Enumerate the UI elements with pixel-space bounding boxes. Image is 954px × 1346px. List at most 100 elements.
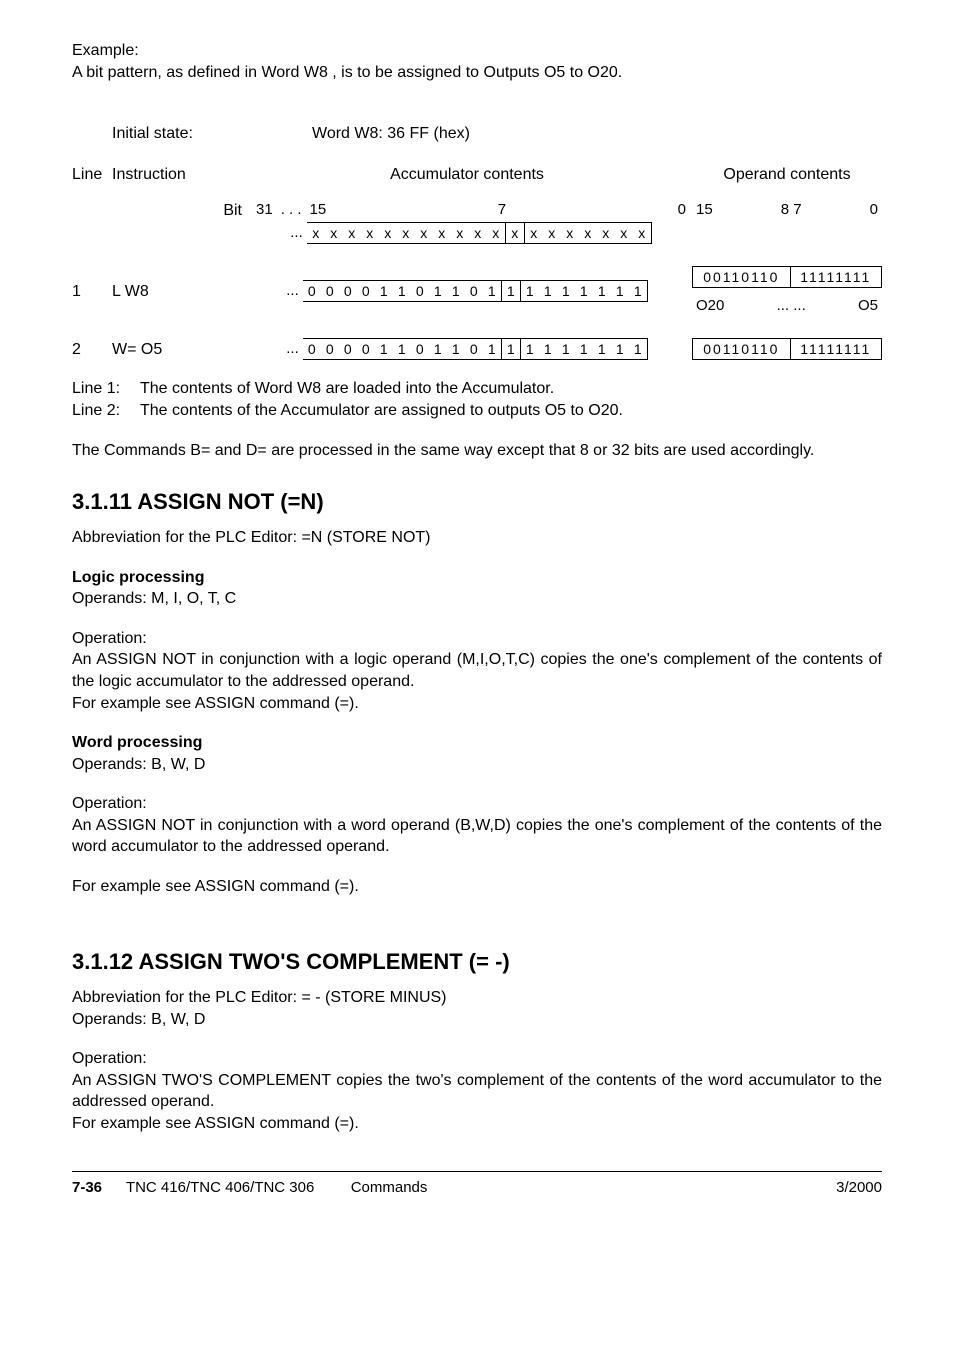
- row-instruction: W= O5: [112, 339, 242, 361]
- operand-low-byte: 11111111: [790, 267, 881, 288]
- accum-bit: 1: [483, 339, 502, 360]
- accum-bit: 1: [483, 281, 502, 302]
- mask-bit: x: [361, 223, 379, 244]
- accum-bit: 1: [539, 339, 557, 360]
- row-instruction: L W8: [112, 281, 242, 303]
- mask-bit: x: [325, 223, 343, 244]
- mask-bit: x: [633, 223, 652, 244]
- sec12-op-label: Operation:: [72, 1048, 882, 1070]
- mask-bit: x: [579, 223, 597, 244]
- accum-bit: 1: [393, 281, 411, 302]
- sec11-word-op-label: Operation:: [72, 793, 882, 815]
- sec11-logic-op-label: Operation:: [72, 628, 882, 650]
- accum-bit: 1: [501, 339, 520, 360]
- accum-mask-box: xxxxxxxxxxxxxxxxxxx: [307, 222, 652, 244]
- sec11-abbrev: Abbreviation for the PLC Editor: =N (STO…: [72, 527, 882, 549]
- mask-bit: x: [451, 223, 469, 244]
- hdr-line: Line: [72, 166, 102, 183]
- operand-high-byte: 00110110: [693, 339, 791, 360]
- accum-bit: 1: [501, 281, 520, 302]
- mask-bit: x: [307, 223, 325, 244]
- commands-note: The Commands B= and D= are processed in …: [72, 440, 882, 462]
- accum-bit: 0: [339, 281, 357, 302]
- example-label: Example:: [72, 40, 882, 62]
- mask-bit: x: [469, 223, 487, 244]
- accum-mask-prefix: ...: [290, 223, 307, 243]
- accum-bit: 1: [557, 339, 575, 360]
- accum-bit: 0: [339, 339, 357, 360]
- accum-bit: 1: [575, 281, 593, 302]
- sec11-word-hdr: Word processing: [72, 732, 882, 754]
- sec11-word-example: For example see ASSIGN command (=).: [72, 876, 882, 898]
- mask-bit: x: [597, 223, 615, 244]
- initial-state-label: Initial state:: [112, 125, 193, 142]
- accum-prefix: ...: [286, 281, 303, 301]
- sec11-logic-operands: Operands: M, I, O, T, C: [72, 588, 882, 610]
- hdr-instruction: Instruction: [112, 166, 186, 183]
- mask-bit: x: [543, 223, 561, 244]
- sec11-word-op-text: An ASSIGN NOT in conjunction with a word…: [72, 815, 882, 858]
- operand-high-byte: 00110110: [693, 267, 791, 288]
- page-footer: 7-36 TNC 416/TNC 406/TNC 306 Commands 3/…: [72, 1171, 882, 1198]
- mask-bit: x: [433, 223, 451, 244]
- sec12-example: For example see ASSIGN command (=).: [72, 1113, 882, 1135]
- output-low: O5: [858, 296, 878, 316]
- sec11-logic-example: For example see ASSIGN command (=).: [72, 693, 882, 715]
- accum-bit: 1: [393, 339, 411, 360]
- accum-bit: 0: [465, 281, 483, 302]
- accum-bit: 1: [429, 281, 447, 302]
- oper-bit-0: 0: [870, 200, 878, 220]
- accum-bit: 1: [520, 339, 539, 360]
- accum-prefix: ...: [286, 339, 303, 359]
- hdr-accum: Accumulator contents: [390, 166, 544, 183]
- hdr-operand: Operand contents: [723, 166, 850, 183]
- output-dots: ... ...: [777, 296, 806, 316]
- accum-bit: 1: [629, 281, 648, 302]
- accum-bit: 0: [321, 339, 339, 360]
- bit-31: 31: [256, 200, 273, 220]
- row-number: 2: [72, 339, 112, 361]
- accum-bit: 1: [629, 339, 648, 360]
- output-high: O20: [696, 296, 724, 316]
- footer-section: Commands: [351, 1179, 428, 1196]
- sec11-logic-op-text: An ASSIGN NOT in conjunction with a logi…: [72, 649, 882, 692]
- accum-bit: 1: [520, 281, 539, 302]
- bit-0: 0: [678, 200, 686, 220]
- footer-date: 3/2000: [836, 1179, 882, 1196]
- accum-bit: 1: [539, 281, 557, 302]
- accum-bit: 1: [611, 339, 629, 360]
- accum-bit: 0: [411, 281, 429, 302]
- sec-3-1-11-heading: 3.1.11 ASSIGN NOT (=N): [72, 487, 882, 517]
- accum-bit: 1: [375, 281, 393, 302]
- operand-box: 0011011011111111: [692, 266, 882, 288]
- sec11-word-operands: Operands: B, W, D: [72, 754, 882, 776]
- accum-bit: 1: [447, 281, 465, 302]
- mask-bit: x: [397, 223, 415, 244]
- accum-bit: 0: [303, 339, 321, 360]
- accum-bit: 0: [303, 281, 321, 302]
- accum-bit: 1: [557, 281, 575, 302]
- mask-bit: x: [505, 223, 524, 244]
- bit-15: 15: [310, 200, 327, 220]
- accum-bit: 0: [357, 281, 375, 302]
- sec-3-1-12-heading: 3.1.12 ASSIGN TWO'S COMPLEMENT (= -): [72, 947, 882, 977]
- accum-bit: 1: [429, 339, 447, 360]
- accum-bit: 0: [357, 339, 375, 360]
- operand-box: 0011011011111111: [692, 338, 882, 360]
- mask-bit: x: [524, 223, 543, 244]
- accum-bit: 1: [593, 281, 611, 302]
- mask-bit: x: [343, 223, 361, 244]
- sec12-op-text: An ASSIGN TWO'S COMPLEMENT copies the tw…: [72, 1070, 882, 1113]
- accum-bitbox: 0000110110111111111: [303, 338, 648, 360]
- sec12-abbrev: Abbreviation for the PLC Editor: = - (ST…: [72, 987, 882, 1009]
- sec11-logic-hdr: Logic processing: [72, 567, 882, 589]
- accum-bit: 1: [611, 281, 629, 302]
- mask-bit: x: [379, 223, 397, 244]
- row-number: 1: [72, 281, 112, 303]
- accum-bit: 1: [447, 339, 465, 360]
- accum-bit: 0: [465, 339, 483, 360]
- accum-bit: 1: [593, 339, 611, 360]
- accum-bit: 1: [575, 339, 593, 360]
- accum-bit: 0: [411, 339, 429, 360]
- footer-page: 7-36: [72, 1179, 102, 1196]
